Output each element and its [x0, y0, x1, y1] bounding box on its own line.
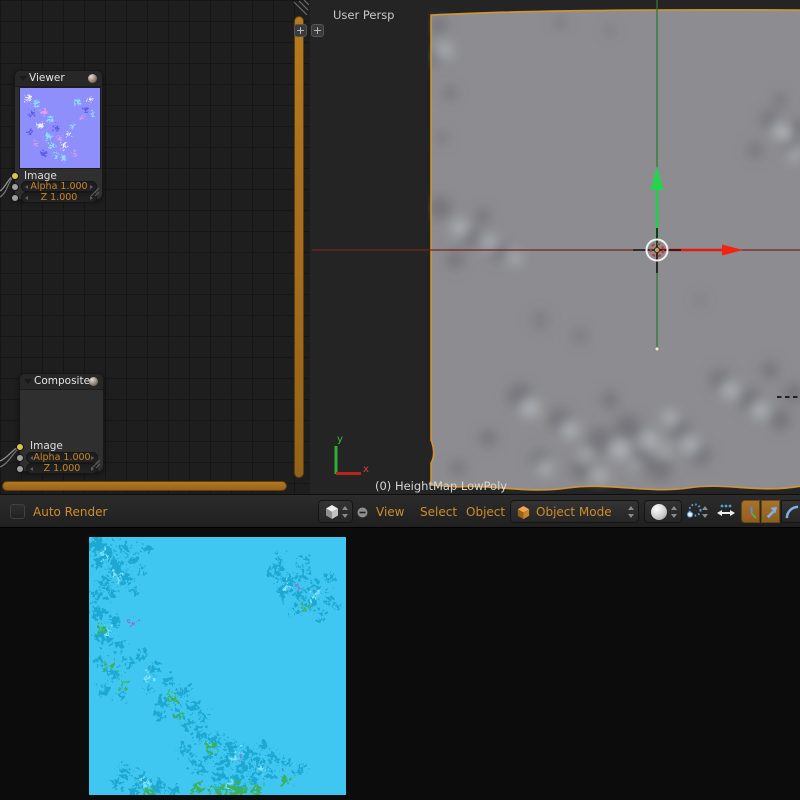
- collapse-triangle-icon[interactable]: [24, 379, 32, 384]
- menu-object[interactable]: Object: [466, 505, 505, 519]
- area-corner-grip[interactable]: [292, 0, 309, 15]
- alpha-value: Alpha 1.000: [22, 182, 96, 192]
- axis-y-label: y: [337, 434, 343, 445]
- chevron-updown-icon: [670, 506, 678, 518]
- viewport-shading-dropdown[interactable]: [644, 500, 682, 523]
- alpha-socket[interactable]: [16, 454, 24, 462]
- menu-view[interactable]: View: [376, 505, 404, 519]
- image-socket-label: Image: [30, 440, 63, 452]
- viewer-node-title: Viewer: [29, 72, 65, 84]
- translate-manipulator-button[interactable]: [761, 500, 780, 523]
- mode-dropdown-label: Object Mode: [536, 505, 612, 519]
- node-editor-canvas[interactable]: Viewer: [0, 0, 312, 494]
- image-editor[interactable]: [0, 527, 800, 800]
- viewer-node-preview-image: [19, 87, 101, 169]
- manipulator-toggle-button[interactable]: [741, 500, 760, 523]
- active-object-label: (0) HeightMap LowPoly: [375, 479, 507, 493]
- snap-button[interactable]: [713, 500, 739, 523]
- auto-render-checkbox[interactable]: [10, 504, 25, 519]
- alpha-slider[interactable]: Alpha 1.000: [26, 452, 98, 463]
- composite-node[interactable]: Composite Image Alpha 1.000 Z 1.000: [19, 373, 104, 472]
- rotate-arc-icon: [785, 505, 800, 520]
- alpha-socket[interactable]: [11, 183, 19, 191]
- z-slider[interactable]: Z 1.000: [21, 192, 97, 203]
- collapse-triangle-icon[interactable]: [19, 76, 27, 81]
- axis-x-label: x: [363, 464, 369, 475]
- region-expand-button[interactable]: +: [294, 24, 307, 37]
- cube-icon: [324, 504, 340, 520]
- alpha-value: Alpha 1.000: [27, 453, 97, 463]
- chevron-updown-icon: [341, 506, 349, 518]
- z-value: Z 1.000: [27, 464, 97, 474]
- dotted-circle-icon: [686, 503, 702, 519]
- composite-node-title: Composite: [34, 375, 90, 387]
- translate-arrow-icon: [764, 505, 779, 520]
- snap-increment-icon: [717, 503, 735, 519]
- z-slider[interactable]: Z 1.000: [26, 463, 98, 474]
- viewer-node-header[interactable]: Viewer: [15, 71, 102, 87]
- rendered-normal-map-image: [89, 537, 346, 795]
- orange-cube-icon: [516, 505, 531, 520]
- shading-sphere-icon: [651, 504, 667, 520]
- axis-tripod-icon: [744, 505, 759, 520]
- 3d-viewport[interactable]: User Persp y x (0) HeightMap LowPoly: [310, 0, 800, 494]
- menu-select[interactable]: Select: [420, 505, 457, 519]
- editor-type-button[interactable]: [318, 500, 353, 523]
- auto-render-label: Auto Render: [33, 505, 107, 519]
- image-socket[interactable]: [16, 443, 24, 451]
- alpha-slider[interactable]: Alpha 1.000: [21, 181, 97, 192]
- collapse-menus-button[interactable]: [357, 507, 368, 518]
- vertical-scrollbar[interactable]: [294, 16, 304, 478]
- material-sphere-icon: [89, 377, 98, 386]
- material-sphere-icon: [88, 74, 97, 83]
- viewport-header: View Select Object Object Mode: [308, 494, 800, 529]
- node-resize-grip[interactable]: [90, 187, 100, 197]
- z-socket[interactable]: [11, 194, 19, 202]
- heightmap-mesh[interactable]: [428, 8, 800, 492]
- z-value: Z 1.000: [22, 193, 96, 203]
- view-name-overlay: User Persp: [333, 8, 395, 22]
- viewer-node[interactable]: Viewer: [14, 70, 103, 200]
- mode-dropdown[interactable]: Object Mode: [510, 500, 639, 523]
- rotate-manipulator-button[interactable]: [781, 500, 800, 523]
- image-socket[interactable]: [11, 172, 19, 180]
- node-editor-header: Auto Render: [0, 494, 308, 529]
- toolshelf-expand-button[interactable]: +: [311, 24, 324, 37]
- z-socket[interactable]: [16, 465, 24, 473]
- horizontal-scrollbar[interactable]: [2, 481, 287, 491]
- blender-window: Viewer: [0, 0, 800, 800]
- node-resize-grip[interactable]: [91, 459, 101, 469]
- proportional-edit-dropdown[interactable]: [685, 500, 712, 523]
- chevron-updown-icon: [627, 506, 635, 518]
- chevron-updown-icon: [701, 506, 709, 518]
- composite-node-header[interactable]: Composite: [20, 374, 103, 390]
